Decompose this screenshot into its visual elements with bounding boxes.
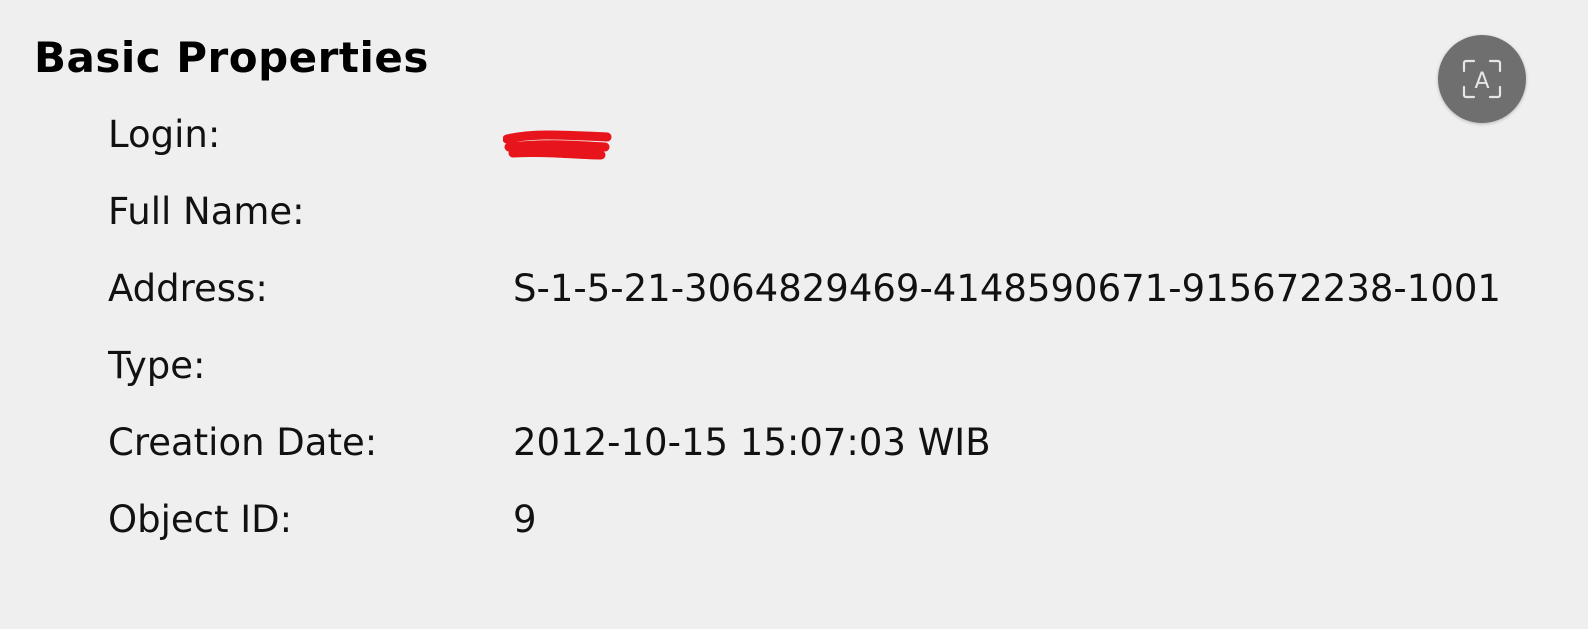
type-label: Type: [108,344,206,387]
basic-properties-list: Login: Full Name: Address: S-1-5-21-3064… [108,96,1588,558]
object-id-label: Object ID: [108,498,293,541]
creation-date-value: 2012-10-15 15:07:03 WIB [513,421,991,464]
login-label: Login: [108,113,221,156]
property-row-full-name: Full Name: [108,173,1588,250]
property-row-object-id: Object ID: 9 [108,481,1588,558]
login-value-redacted [503,125,612,159]
text-scan-glyph: A [1474,69,1489,94]
address-value: S-1-5-21-3064829469-4148590671-915672238… [513,267,1501,310]
section-title: Basic Properties [34,33,429,82]
property-row-address: Address: S-1-5-21-3064829469-4148590671-… [108,250,1588,327]
address-label: Address: [108,267,268,310]
redaction-scribble [503,130,612,159]
property-row-creation-date: Creation Date: 2012-10-15 15:07:03 WIB [108,404,1588,481]
object-id-value: 9 [513,498,537,541]
property-row-login: Login: [108,96,1588,173]
full-name-label: Full Name: [108,190,305,233]
creation-date-label: Creation Date: [108,421,378,464]
property-row-type: Type: [108,327,1588,404]
text-scan-button[interactable]: A [1438,35,1526,123]
text-scan-icon: A [1462,59,1502,99]
